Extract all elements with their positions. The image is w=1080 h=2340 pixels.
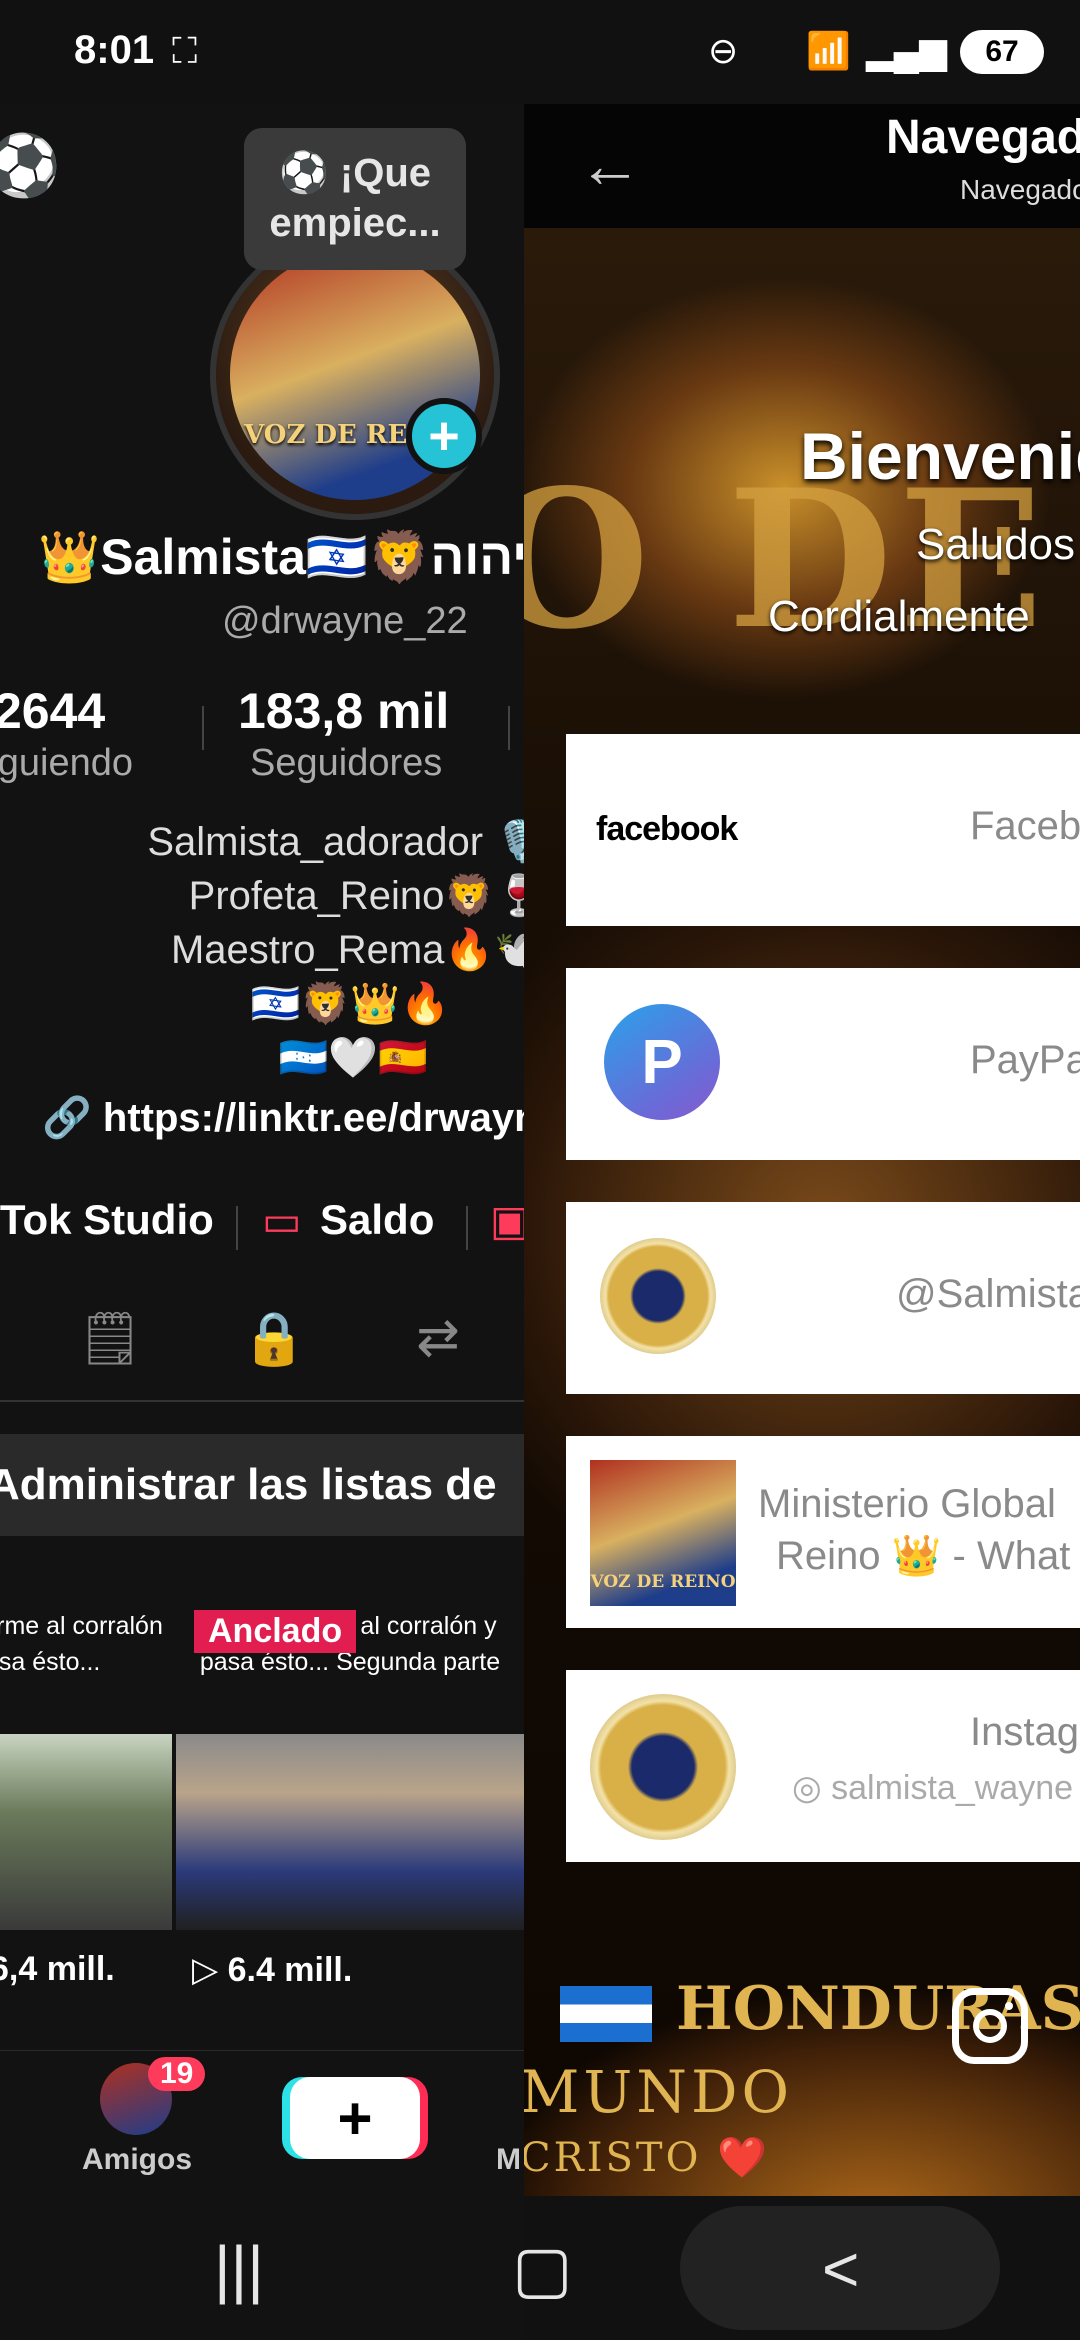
followers-label[interactable]: Seguidores — [250, 742, 442, 785]
following-label[interactable]: Siguiendo — [0, 742, 133, 785]
following-count[interactable]: 2644 — [0, 682, 105, 740]
live-icon[interactable]: ▣ — [490, 1196, 524, 1245]
screen-record-icon: ⛶ — [172, 30, 198, 71]
manage-lists-banner[interactable]: Administrar las listas de — [0, 1434, 524, 1536]
ministerio-thumbnail: VOZ DE REINO — [590, 1460, 736, 1606]
browser-subtitle: Navegador — [960, 174, 1080, 205]
ministerio-link-card[interactable]: VOZ DE REINO Ministerio Global Reino 👑 -… — [566, 1436, 1080, 1628]
wallet-icon[interactable]: ▭ — [262, 1196, 302, 1245]
facebook-logo: facebook — [596, 810, 738, 848]
tiktok-profile-pane: ⚽ ⚽ ¡Que empiec... VOZ DE REINO + 👑Salmi… — [0, 104, 524, 2340]
battery-indicator: 67 — [960, 30, 1044, 74]
paypal-icon: P — [604, 1004, 720, 1120]
favorites-tab-icon[interactable]: 🗒 — [77, 1308, 143, 1368]
friends-tab-label[interactable]: Amigos — [82, 2143, 192, 2177]
tiktok-bottom-nav: 19 Amigos + M — [0, 2050, 524, 2176]
honduras-flag-icon — [560, 1985, 652, 2042]
greeting-line: Cordialmente — [768, 592, 1030, 641]
back-arrow-icon[interactable]: ← — [578, 128, 642, 202]
friends-notification-badge: 19 — [148, 2057, 206, 2091]
pinned-badge: Anclado — [194, 1610, 357, 1653]
ministerio-thumbnail-text: VOZ DE REINO — [590, 1572, 736, 1592]
messages-tab-label[interactable]: M — [496, 2143, 521, 2177]
bio-line: Profeta_Reino🦁🍷 — [188, 874, 524, 918]
video-thumbnail[interactable]: ...an llevarme al corralón y pasa ésto..… — [176, 1600, 524, 2050]
facebook-link-card[interactable]: facebook Facebook — [566, 734, 1080, 926]
paypal-link-card[interactable]: P PayPal — [566, 968, 1080, 1160]
video-views-count: 6.4 mill. — [227, 1951, 353, 1989]
link-icon: 🔗 — [42, 1096, 103, 1140]
bio-line: 🇮🇱🦁👑🔥 — [250, 982, 450, 1026]
status-time: 8:01 — [74, 28, 155, 72]
instagram-small-icon: ◎ — [792, 1769, 832, 1807]
browser-title: Navegador — [886, 111, 1080, 164]
video-views: 6,4 mill. — [0, 1950, 115, 1988]
paypal-link-label: PayPal — [970, 1038, 1080, 1082]
instagram-handle-text: salmista_wayne — [831, 1769, 1074, 1807]
system-navigation-bar: ||| ▢ < — [0, 2196, 1080, 2340]
signal-icon: ▂▄▆ — [866, 30, 947, 71]
ministerio-link-label: Reino 👑 - What — [776, 1534, 1071, 1578]
balance-button[interactable]: Saldo — [320, 1196, 434, 1244]
linktree-background: O DE R Bienvenidos Saludos Cordialmente … — [524, 228, 1080, 2196]
home-icon[interactable]: ▢ — [512, 2232, 572, 2307]
video-thumbnail[interactable]: ...an llevarme al corralón y pasa ésto..… — [0, 1600, 172, 2050]
cristo-text: CRISTO ❤️ — [524, 2135, 770, 2181]
stat-divider — [202, 706, 204, 750]
ministerio-link-label: Ministerio Global — [758, 1482, 1056, 1526]
recents-icon[interactable]: ||| — [214, 2232, 264, 2306]
welcome-heading: Bienvenidos — [800, 419, 1080, 493]
tooltip-bubble[interactable]: ⚽ ¡Que empiec... — [244, 128, 466, 270]
back-icon[interactable]: < — [822, 2232, 859, 2306]
video-image — [0, 1734, 172, 1930]
status-bar: 8:01 ⛶ ⊖ 📶 ▂▄▆ 67 — [0, 0, 1080, 104]
greeting-line: Saludos — [916, 520, 1076, 569]
bio-line: Maestro_Rema🔥🕊️ — [170, 928, 524, 972]
video-caption: ...an llevarme al corralón y pasa ésto..… — [0, 1612, 163, 1676]
tool-divider — [236, 1206, 238, 1250]
salmista-link-label: @Salmista — [896, 1272, 1080, 1316]
profile-avatar[interactable]: VOZ DE REINO — [210, 230, 500, 520]
soccer-ball-icon: ⚽ — [0, 132, 61, 199]
tab-divider — [0, 1400, 524, 1402]
repost-icon[interactable]: ⇄ — [408, 1308, 468, 1368]
video-image — [176, 1734, 524, 1930]
bio-line: Salmista_adorador 🎙️ — [147, 820, 524, 864]
instagram-icon[interactable] — [952, 1988, 1028, 2064]
manage-lists-text: Administrar las listas de — [0, 1460, 497, 1509]
add-story-button[interactable]: + — [406, 398, 482, 474]
username-handle: @drwayne_22 — [222, 600, 468, 642]
tool-divider — [466, 1206, 468, 1250]
salmista-link-card[interactable]: @Salmista — [566, 1202, 1080, 1394]
instagram-link-card[interactable]: Instagram ◎ salmista_wayne — [566, 1670, 1080, 1862]
instagram-link-label: Instagram — [970, 1710, 1080, 1754]
profile-link[interactable]: 🔗 https://linktr.ee/drwayne_22 — [42, 1094, 524, 1141]
instagram-handle: ◎ salmista_wayne — [792, 1768, 1073, 1808]
browser-pane: ← Navegador Navegador O DE R Bienvenidos… — [524, 104, 1080, 2196]
mundo-text: MUNDO — [524, 2058, 794, 2126]
facebook-link-label: Facebook — [970, 804, 1080, 848]
do-not-disturb-icon: ⊖ — [708, 30, 739, 71]
create-video-button[interactable]: + — [290, 2077, 420, 2159]
play-icon: ▷ — [192, 1951, 228, 1989]
stat-divider — [508, 706, 510, 750]
tiktok-studio-button[interactable]: TikTok Studio — [0, 1196, 214, 1244]
ministry-seal-icon — [600, 1238, 716, 1354]
ministry-seal-icon — [590, 1694, 736, 1840]
bio-line: 🇭🇳🤍🇪🇸 — [278, 1036, 428, 1080]
wifi-icon: 📶 — [806, 30, 851, 71]
profile-link-text: https://linktr.ee/drwayne_22 — [102, 1096, 524, 1140]
display-name: 👑Salmista🇮🇱🦁יהוה — [38, 529, 524, 585]
lock-icon[interactable]: 🔒 — [242, 1308, 307, 1368]
video-views: ▷ 6.4 mill. — [192, 1950, 352, 1990]
battery-level: 67 — [985, 35, 1019, 68]
followers-count[interactable]: 183,8 mil — [238, 682, 449, 740]
